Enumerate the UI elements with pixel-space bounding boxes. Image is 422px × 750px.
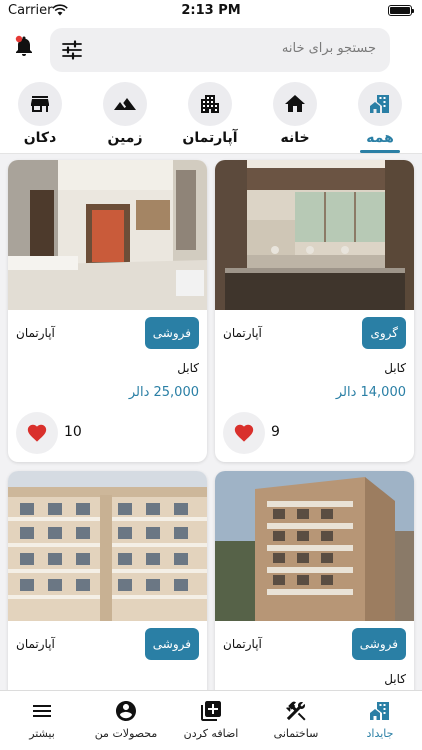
listing-city: کابل xyxy=(177,361,199,375)
building-house-icon xyxy=(370,95,389,113)
property-type: آپارتمان xyxy=(223,326,262,340)
account-icon xyxy=(116,701,136,721)
category-label: زمین xyxy=(107,130,143,146)
tools-icon xyxy=(286,701,306,721)
category-label: آپارتمان xyxy=(182,130,238,146)
store-icon xyxy=(31,96,49,112)
add-box-icon xyxy=(201,701,221,721)
like-count: 9 xyxy=(271,424,280,440)
active-tab-indicator xyxy=(360,150,400,153)
tab-label: جایداد xyxy=(366,727,394,740)
listing-photo-kitchen xyxy=(215,160,414,310)
category-house[interactable]: خانه xyxy=(263,82,327,146)
tab-my-products[interactable]: محصولات من xyxy=(84,699,168,740)
listing-type-badge: گروی xyxy=(362,317,406,349)
notification-bell-icon[interactable] xyxy=(12,34,36,58)
property-type: آپارتمان xyxy=(223,637,262,651)
heart-icon xyxy=(27,424,47,442)
property-type: آپارتمان xyxy=(16,637,55,651)
category-label: همه xyxy=(366,130,394,146)
listing-photo-apartment-block xyxy=(8,471,207,621)
category-shop[interactable]: دکان xyxy=(8,82,72,146)
tab-label: بیشتر xyxy=(29,727,55,740)
listing-card[interactable]: فروشی آپارتمان کابل 25,000 دالر 10 xyxy=(8,160,207,462)
listing-city: کابل xyxy=(384,361,406,375)
category-land[interactable]: زمین xyxy=(93,82,157,146)
like-count: 10 xyxy=(64,424,82,440)
listing-city: کابل xyxy=(384,672,406,686)
tab-label: اضافه کردن xyxy=(183,727,239,740)
apartment-icon xyxy=(201,95,219,113)
mountain-icon xyxy=(114,98,136,110)
tab-construction[interactable]: ساختمانی xyxy=(254,699,338,740)
listing-price: 14,000 دالر xyxy=(335,385,406,400)
listing-type-badge: فروشی xyxy=(144,317,199,349)
menu-icon xyxy=(33,705,51,717)
tab-property[interactable]: جایداد xyxy=(338,699,422,740)
search-bar[interactable]: جستجو برای خانه xyxy=(50,28,390,72)
tab-label: محصولات من xyxy=(94,727,158,740)
status-bar: Carrier 2:13 PM xyxy=(0,0,422,22)
tab-add[interactable]: اضافه کردن xyxy=(169,699,253,740)
listing-photo-building xyxy=(215,471,414,621)
house-icon xyxy=(285,95,305,112)
category-all[interactable]: همه xyxy=(348,82,412,153)
favorite-button[interactable] xyxy=(223,412,265,454)
clock: 2:13 PM xyxy=(181,3,241,18)
property-type: آپارتمان xyxy=(16,326,55,340)
category-label: خانه xyxy=(280,130,310,146)
listing-price: 25,000 دالر xyxy=(128,385,199,400)
listing-photo-interior xyxy=(8,160,207,310)
listing-type-badge: فروشی xyxy=(351,628,406,660)
tab-label: ساختمانی xyxy=(273,727,319,740)
top-bar: جستجو برای خانه xyxy=(0,22,422,78)
listing-card[interactable]: گروی آپارتمان کابل 14,000 دالر 9 xyxy=(215,160,414,462)
heart-icon xyxy=(234,424,254,442)
battery-icon xyxy=(388,5,414,16)
tab-more[interactable]: بیشتر xyxy=(0,699,84,740)
category-label: دکان xyxy=(23,130,57,146)
property-icon xyxy=(370,702,389,720)
category-apartment[interactable]: آپارتمان xyxy=(178,82,242,146)
search-input[interactable]: جستجو برای خانه xyxy=(282,41,376,56)
bottom-tab-bar: جایداد ساختمانی اضافه کردن محصولات من بی… xyxy=(0,690,422,750)
listing-type-badge: فروشی xyxy=(144,628,199,660)
favorite-button[interactable] xyxy=(16,412,58,454)
filter-sliders-icon[interactable] xyxy=(60,38,84,62)
category-bar: همه خانه آپارتمان زمین دکان xyxy=(0,78,422,154)
